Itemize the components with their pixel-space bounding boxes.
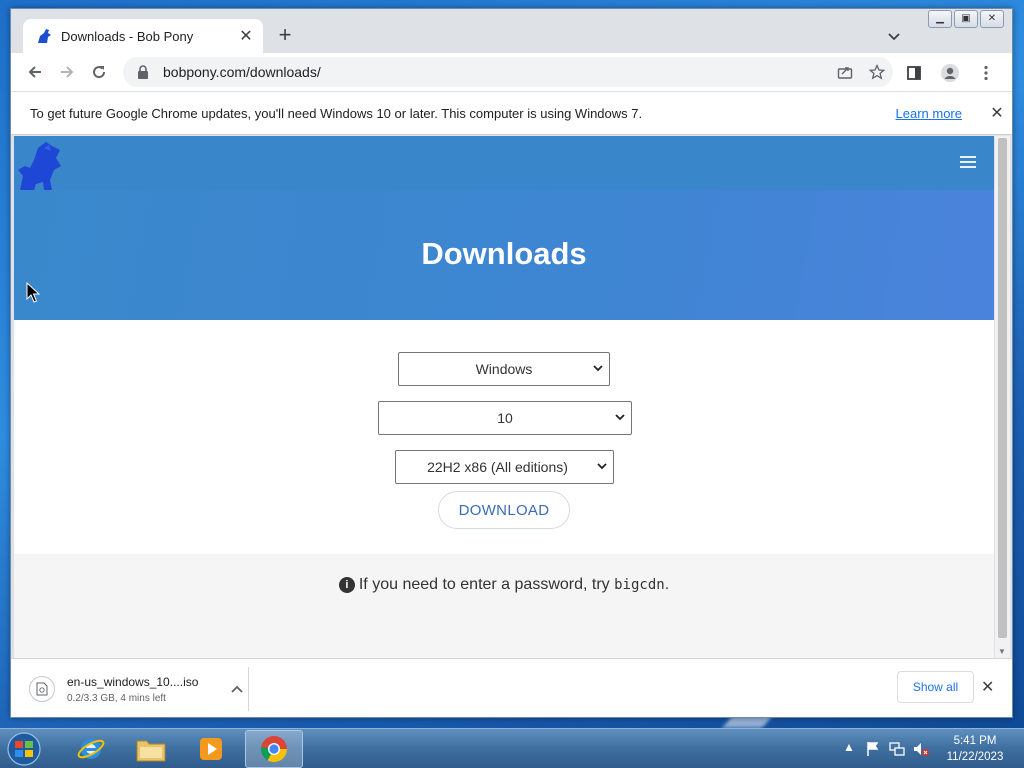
learn-more-link[interactable]: Learn more <box>896 106 962 121</box>
browser-toolbar: bobpony.com/downloads/ <box>11 53 1012 91</box>
note-end: . <box>664 576 670 593</box>
internet-explorer-icon <box>77 739 105 759</box>
chevron-down-icon <box>593 365 603 372</box>
taskbar-internet-explorer[interactable] <box>62 730 120 768</box>
media-player-icon <box>200 738 222 760</box>
taskbar-chrome[interactable] <box>245 730 303 768</box>
toolbar-right <box>898 57 1002 89</box>
download-status: 0.2/3.3 GB, 4 mins left <box>67 692 166 704</box>
taskbar-media-player[interactable] <box>182 730 240 768</box>
tab-strip: Downloads - Bob Pony ✕ + ▁ ▣ ✕ <box>11 9 1012 53</box>
download-item[interactable]: en-us_windows_10....iso 0.2/3.3 GB, 4 mi… <box>23 667 249 711</box>
menu-button[interactable] <box>970 57 1002 89</box>
share-arrow-icon <box>837 67 853 79</box>
profile-button[interactable] <box>934 57 966 89</box>
download-shelf: en-us_windows_10....iso 0.2/3.3 GB, 4 mi… <box>11 658 1012 717</box>
forward-arrow-icon <box>61 66 74 78</box>
new-tab-button[interactable]: + <box>273 24 297 48</box>
start-button-icon[interactable] <box>4 730 44 768</box>
volume-muted-icon[interactable] <box>912 740 930 758</box>
hamburger-menu-icon[interactable] <box>960 156 976 168</box>
reload-icon <box>93 66 106 79</box>
shelf-close-icon[interactable]: ✕ <box>981 677 994 697</box>
download-form: Windows 10 22H2 x86 (All editions) DOWNL… <box>14 320 994 554</box>
info-icon: i <box>338 577 355 593</box>
chrome-icon <box>260 736 288 763</box>
taskbar-explorer[interactable] <box>122 730 180 768</box>
bobpony-logo-icon[interactable] <box>16 140 62 190</box>
side-panel-icon <box>907 66 921 80</box>
scroll-down-arrow-icon[interactable]: ▼ <box>998 647 1006 656</box>
version-select[interactable]: 10 <box>378 401 632 435</box>
chevron-up-icon[interactable] <box>226 682 248 696</box>
back-button[interactable] <box>19 56 51 88</box>
bobpony-favicon-icon <box>38 29 51 43</box>
url-text[interactable]: bobpony.com/downloads/ <box>163 64 829 80</box>
os-select[interactable]: Windows <box>398 352 610 386</box>
version-select-value: 10 <box>497 410 513 426</box>
kebab-menu-icon <box>984 65 988 81</box>
page-viewport: Downloads Windows 10 22H2 x86 (All editi… <box>14 136 994 658</box>
close-window-button[interactable]: ✕ <box>980 10 1004 28</box>
address-bar[interactable]: bobpony.com/downloads/ <box>123 57 893 87</box>
edition-select[interactable]: 22H2 x86 (All editions) <box>395 450 614 484</box>
page-title: Downloads <box>421 236 587 271</box>
download-button[interactable]: DOWNLOAD <box>438 491 570 529</box>
maximize-button[interactable]: ▣ <box>954 10 978 28</box>
network-icon[interactable] <box>888 740 906 758</box>
tab-search-icon[interactable] <box>885 27 903 45</box>
update-infobar: To get future Google Chrome updates, you… <box>11 91 1012 135</box>
reload-button[interactable] <box>83 56 115 88</box>
password-note: i If you need to enter a password, try bi… <box>14 554 994 658</box>
clock-time: 5:41 PM <box>953 735 997 747</box>
show-all-button[interactable]: Show all <box>897 671 974 703</box>
browser-window: Downloads - Bob Pony ✕ + ▁ ▣ ✕ bobpony.c… <box>10 8 1013 718</box>
tab-close-icon[interactable]: ✕ <box>237 26 255 46</box>
back-arrow-icon <box>28 66 41 78</box>
file-icon <box>29 676 55 702</box>
password-note-line: i If you need to enter a password, try bi… <box>14 576 994 594</box>
tab-title: Downloads - Bob Pony <box>61 28 194 44</box>
os-select-value: Windows <box>475 361 533 377</box>
site-navbar <box>14 136 994 190</box>
lock-icon[interactable] <box>137 65 149 79</box>
bookmark-star-icon[interactable] <box>861 57 893 87</box>
star-icon <box>869 64 885 80</box>
system-clock[interactable]: 5:41 PM 11/22/2023 <box>940 733 1010 765</box>
disc-file-icon <box>36 682 48 696</box>
show-hidden-icons-icon[interactable]: ▲ <box>840 740 858 758</box>
clock-date: 11/22/2023 <box>946 751 1004 763</box>
share-icon[interactable] <box>829 57 861 87</box>
folder-icon <box>136 740 166 762</box>
chevron-down-icon <box>597 463 607 470</box>
side-panel-button[interactable] <box>898 57 930 89</box>
mouse-pointer-icon <box>26 282 40 303</box>
edition-select-value: 22H2 x86 (All editions) <box>427 459 568 475</box>
browser-tab[interactable]: Downloads - Bob Pony ✕ <box>23 19 263 53</box>
action-center-flag-icon[interactable] <box>864 740 882 758</box>
scrollbar-thumb[interactable] <box>998 138 1007 638</box>
infobar-close-icon[interactable]: ✕ <box>982 103 1012 123</box>
chevron-down-icon <box>615 414 625 421</box>
page-hero: Downloads <box>14 136 994 320</box>
forward-button[interactable] <box>51 56 83 88</box>
password-code: bigcdn <box>614 577 665 593</box>
window-controls: ▁ ▣ ✕ <box>928 10 1004 28</box>
profile-avatar-icon <box>941 64 959 82</box>
download-filename: en-us_windows_10....iso <box>67 674 199 689</box>
windows-taskbar: ▲ 5:41 PM 11/22/2023 <box>0 728 1024 768</box>
caret-up-icon <box>231 685 243 693</box>
minimize-button[interactable]: ▁ <box>928 10 952 28</box>
note-text: If you need to enter a password, try <box>358 576 615 593</box>
infobar-message: To get future Google Chrome updates, you… <box>30 105 643 121</box>
page-scrollbar[interactable]: ▼ <box>995 136 1010 658</box>
